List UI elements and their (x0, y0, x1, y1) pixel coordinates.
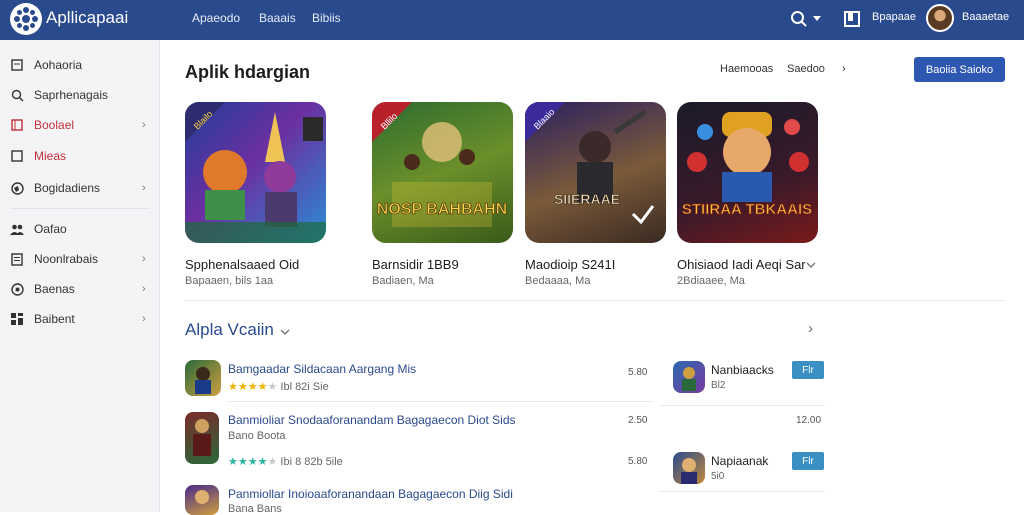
app-subtitle: 5i0 (711, 471, 725, 482)
get-button[interactable]: Flr (792, 361, 824, 379)
sidebar-item-settings[interactable]: Baenas › (0, 276, 160, 302)
sidebar-item-library[interactable]: Noonlrabais › (0, 246, 160, 272)
sidebar-item-news[interactable]: Mieas (0, 143, 160, 169)
divider (660, 405, 825, 406)
document-icon (10, 252, 24, 266)
sidebar: Aohaoria Saprhenagais Boolael › Mieas Bo… (0, 40, 160, 512)
nav-link[interactable]: Baaais (259, 11, 296, 25)
star-rating: ★★★★★ Ibl 82i Sie (228, 381, 329, 393)
card-art-text: STIIRAA TBKAAIS (682, 201, 812, 218)
chevron-down-icon[interactable] (806, 257, 816, 268)
card-subtitle: Bedaaaa, Ma (525, 275, 591, 287)
chevron-right-icon: › (142, 313, 146, 325)
sidebar-item-apps[interactable]: Baibent › (0, 306, 160, 332)
row-meta: 5.80 (628, 367, 648, 378)
square-icon (10, 149, 24, 163)
sidebar-item-people[interactable]: Oafao (0, 216, 160, 242)
sidebar-item-label: Noonlrabais (34, 252, 99, 266)
divider (10, 208, 150, 209)
card-title[interactable]: Maodioip S241I (525, 257, 615, 272)
user-link[interactable]: Bpapaae (872, 11, 916, 23)
square-icon (10, 118, 24, 132)
brand-name[interactable]: Apllicapaai (46, 8, 128, 28)
sidebar-item-search[interactable]: Saprhenagais (0, 82, 160, 108)
sidebar-item-label: Aohaoria (34, 58, 83, 72)
bookmark-icon[interactable] (841, 8, 863, 30)
row-meta: 12.00 (796, 415, 822, 426)
row-subtitle: Bana Bans (228, 503, 282, 515)
chevron-right-icon: › (142, 283, 146, 295)
avatar[interactable] (926, 4, 954, 32)
grid-icon (10, 312, 24, 326)
card-subtitle: Bapaaen, bils 1aa (185, 275, 274, 287)
chevron-right-icon: › (142, 253, 146, 265)
top-bar: Apllicapaai Apaeodo Baaais Bibiis Bpapaa… (0, 0, 1024, 40)
sidebar-item-label: Boolael (34, 118, 75, 132)
chevron-down-icon[interactable] (280, 324, 290, 335)
primary-button[interactable]: Baoiia Saioko (914, 57, 1005, 82)
featured-card-image[interactable]: Blaaio SIIERAAE (525, 102, 666, 243)
card-subtitle: Badiaen, Ma (372, 275, 434, 287)
chevron-right-icon[interactable]: › (808, 320, 813, 337)
row-meta: 5.80 (628, 456, 648, 467)
app-icon[interactable] (185, 360, 221, 396)
app-title[interactable]: Nanbiaacks (711, 363, 774, 377)
sidebar-item-categories[interactable]: Bogidadiens › (0, 175, 160, 201)
nav-link[interactable]: Apaeodo (192, 11, 240, 25)
featured-card-image[interactable]: Blailo (185, 102, 326, 243)
featured-card-image[interactable]: Bllilo NOSP BAHBAHN (372, 102, 513, 243)
square-icon (10, 58, 24, 72)
sidebar-item-label: Saprhenagais (34, 88, 109, 102)
chevron-right-icon: › (142, 182, 146, 194)
people-icon (10, 222, 24, 236)
app-icon[interactable] (673, 361, 705, 393)
sidebar-item-label: Oafao (34, 222, 67, 236)
sidebar-item-label: Bogidadiens (34, 181, 101, 195)
sidebar-item-active[interactable]: Boolael › (0, 112, 160, 138)
gauge-icon (10, 282, 24, 296)
card-art-text: SIIERAAE (554, 191, 620, 207)
divider (228, 401, 653, 402)
card-title[interactable]: Ohisiaod Iadi Aeqi Sar (677, 257, 806, 272)
get-button[interactable]: Flr (792, 452, 824, 470)
featured-card-image[interactable]: STIIRAA TBKAAIS (677, 102, 818, 243)
row-subtitle: Bano Boota (228, 430, 286, 442)
nav-link[interactable]: Bibiis (312, 11, 341, 25)
sidebar-item-overview[interactable]: Aohaoria (0, 52, 160, 78)
row-title[interactable]: Banmioliar Snodaaforanandam Bagagaecon D… (228, 413, 516, 427)
card-title[interactable]: Barnsidir 1BB9 (372, 257, 459, 272)
row-title[interactable]: Panmiollar Inoioaaforanandaan Bagagaecon… (228, 487, 513, 501)
divider (185, 300, 1005, 301)
account-link[interactable]: Baaaetae (962, 11, 1009, 23)
card-subtitle: 2Bdiaaee, Ma (677, 275, 745, 287)
header-link[interactable]: Saedoo (787, 63, 825, 75)
star-rating: ★★★★★ Ibi 8 82b 5ile (228, 456, 343, 468)
divider (660, 491, 825, 492)
row-title[interactable]: Bamgaadar Sildacaan Aargang Mis (228, 362, 416, 376)
section-title[interactable]: Alpla Vcaiin (185, 320, 274, 340)
search-icon[interactable] (788, 8, 810, 30)
header-link[interactable]: Haemooas (720, 63, 773, 75)
sidebar-item-label: Mieas (34, 149, 67, 163)
chevron-down-icon[interactable] (810, 8, 824, 30)
logo-icon[interactable] (10, 3, 42, 35)
sidebar-item-label: Baibent (34, 312, 75, 326)
globe-icon (10, 181, 24, 195)
app-icon[interactable] (673, 452, 705, 484)
page-title: Aplik hdargian (185, 62, 311, 82)
app-subtitle: Bl2 (711, 380, 726, 391)
search-icon (10, 88, 24, 102)
app-icon[interactable] (185, 485, 219, 515)
sidebar-item-label: Baenas (34, 282, 75, 296)
chevron-right-icon[interactable]: › (842, 63, 846, 75)
card-art-text: NOSP BAHBAHN (377, 201, 507, 218)
app-icon[interactable] (185, 412, 219, 464)
app-title[interactable]: Napiaanak (711, 454, 768, 468)
card-title[interactable]: Spphenalsaaed Oid (185, 257, 299, 272)
row-meta: 2.50 (628, 415, 648, 426)
chevron-right-icon: › (142, 119, 146, 131)
